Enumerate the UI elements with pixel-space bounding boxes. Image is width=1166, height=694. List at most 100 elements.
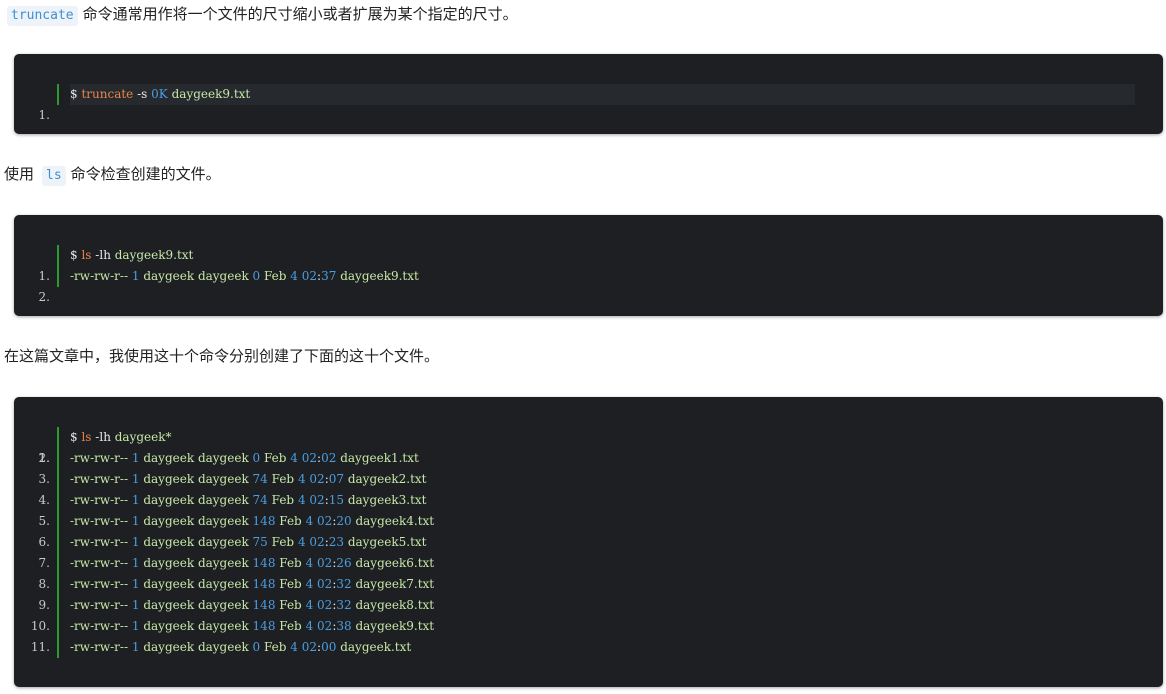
file-owner: daygeek bbox=[143, 598, 195, 612]
file-group: daygeek bbox=[197, 640, 249, 654]
line-bar bbox=[57, 637, 59, 658]
command-name: truncate bbox=[81, 87, 134, 101]
code-block-ls-all[interactable]: 1. $ ls -lh daygeek* 2. -rw-rw-r-- 1 dayg… bbox=[14, 397, 1163, 687]
file-permissions: -rw-rw-r-- bbox=[70, 640, 129, 654]
paragraph-prefix: 使用 bbox=[4, 165, 35, 183]
command-option: -lh bbox=[95, 430, 111, 444]
code-line: 2. -rw-rw-r-- 1 daygeek daygeek 0 Feb 4 0… bbox=[14, 448, 1163, 469]
line-bar bbox=[57, 511, 59, 532]
file-name: daygeek2.txt bbox=[347, 472, 427, 486]
file-minute: 32 bbox=[336, 577, 352, 591]
file-minute: 07 bbox=[328, 472, 345, 486]
code-line: 8. -rw-rw-r-- 1 daygeek daygeek 148 Feb 4… bbox=[14, 574, 1163, 595]
line-bar bbox=[57, 532, 59, 553]
file-size: 148 bbox=[252, 514, 276, 528]
file-day: 4 bbox=[297, 493, 306, 507]
file-group: daygeek bbox=[197, 619, 249, 633]
code-line: 3. -rw-rw-r-- 1 daygeek daygeek 74 Feb 4 … bbox=[14, 469, 1163, 490]
size-value: 0K bbox=[151, 87, 168, 101]
file-name: daygeek8.txt bbox=[355, 598, 435, 612]
file-permissions: -rw-rw-r-- bbox=[70, 472, 129, 486]
file-group: daygeek bbox=[197, 472, 249, 486]
file-minute: 38 bbox=[336, 619, 352, 633]
file-month: Feb bbox=[279, 598, 302, 612]
file-month: Feb bbox=[279, 577, 302, 591]
file-hour: 02 bbox=[309, 472, 325, 486]
file-size: 0 bbox=[252, 640, 261, 654]
file-group: daygeek bbox=[197, 493, 249, 507]
line-number: 11. bbox=[30, 640, 50, 654]
link-count: 1 bbox=[131, 451, 140, 465]
file-permissions: -rw-rw-r-- bbox=[70, 269, 129, 283]
file-group: daygeek bbox=[197, 269, 249, 283]
file-month: Feb bbox=[271, 535, 295, 549]
line-number: 5. bbox=[38, 514, 50, 528]
file-owner: daygeek bbox=[143, 514, 195, 528]
link-count: 1 bbox=[131, 598, 140, 612]
file-owner: daygeek bbox=[143, 640, 195, 654]
line-bar bbox=[57, 84, 59, 105]
file-group: daygeek bbox=[197, 514, 249, 528]
paragraph-text: 在这篇文章中，我使用这十个命令分别创建了下面的这十个文件。 bbox=[4, 347, 440, 365]
file-hour: 02 bbox=[301, 640, 318, 654]
file-size: 74 bbox=[252, 493, 268, 507]
file-hour: 02 bbox=[309, 535, 325, 549]
file-owner: daygeek bbox=[143, 269, 195, 283]
file-month: Feb bbox=[271, 472, 295, 486]
file-permissions: -rw-rw-r-- bbox=[70, 619, 129, 633]
file-hour: 02 bbox=[317, 619, 333, 633]
file-permissions: -rw-rw-r-- bbox=[70, 535, 129, 549]
file-hour: 02 bbox=[317, 577, 333, 591]
line-number: 6. bbox=[38, 535, 50, 549]
file-permissions: -rw-rw-r-- bbox=[70, 556, 129, 570]
command-argument: daygeek* bbox=[114, 430, 172, 444]
line-number: 7. bbox=[38, 556, 50, 570]
link-count: 1 bbox=[131, 577, 140, 591]
file-month: Feb bbox=[279, 619, 302, 633]
line-number: 10. bbox=[30, 619, 50, 633]
file-month: Feb bbox=[264, 640, 287, 654]
file-group: daygeek bbox=[197, 556, 249, 570]
prompt-symbol: $ bbox=[70, 87, 78, 101]
file-minute: 23 bbox=[328, 535, 345, 549]
file-hour: 02 bbox=[301, 451, 318, 465]
line-bar bbox=[57, 553, 59, 574]
line-number: 4. bbox=[38, 493, 50, 507]
code-line: 2. -rw-rw-r-- 1 daygeek daygeek 0 Feb 4 … bbox=[14, 266, 1163, 304]
file-minute: 02 bbox=[321, 451, 337, 465]
link-count: 1 bbox=[131, 535, 140, 549]
file-group: daygeek bbox=[197, 535, 249, 549]
file-permissions: -rw-rw-r-- bbox=[70, 493, 129, 507]
line-bar bbox=[57, 448, 59, 469]
file-month: Feb bbox=[264, 269, 287, 283]
line-number: 8. bbox=[38, 577, 50, 591]
command-name: ls bbox=[81, 430, 92, 444]
file-owner: daygeek bbox=[143, 619, 195, 633]
file-day: 4 bbox=[290, 640, 298, 654]
code-block-truncate[interactable]: 1. $ truncate -s 0K daygeek9.txt bbox=[14, 54, 1163, 134]
file-owner: daygeek bbox=[143, 451, 195, 465]
file-permissions: -rw-rw-r-- bbox=[70, 451, 129, 465]
file-group: daygeek bbox=[197, 451, 249, 465]
link-count: 1 bbox=[131, 640, 140, 654]
file-minute: 26 bbox=[336, 556, 352, 570]
file-size: 74 bbox=[252, 472, 268, 486]
line-number: 2. bbox=[38, 451, 50, 465]
file-permissions: -rw-rw-r-- bbox=[70, 514, 129, 528]
file-group: daygeek bbox=[197, 598, 249, 612]
file-month: Feb bbox=[279, 556, 302, 570]
file-hour: 02 bbox=[309, 493, 325, 507]
paragraph-ls-check: 使用 ls 命令检查创建的文件。 bbox=[4, 163, 221, 186]
file-permissions: -rw-rw-r-- bbox=[70, 598, 129, 612]
file-day: 4 bbox=[297, 535, 306, 549]
paragraph-truncate-intro: truncate 命令通常用作将一个文件的尺寸缩小或者扩展为某个指定的尺寸。 bbox=[4, 3, 518, 26]
file-permissions: -rw-rw-r-- bbox=[70, 577, 129, 591]
file-day: 4 bbox=[290, 269, 298, 283]
code-line: 10. -rw-rw-r-- 1 daygeek daygeek 148 Feb … bbox=[14, 616, 1163, 637]
inline-code-ls: ls bbox=[42, 166, 66, 186]
code-line: 6. -rw-rw-r-- 1 daygeek daygeek 75 Feb 4 … bbox=[14, 532, 1163, 553]
file-hour: 02 bbox=[317, 514, 333, 528]
file-minute: 15 bbox=[328, 493, 345, 507]
code-block-ls-single[interactable]: 1. $ ls -lh daygeek9.txt 2. -rw-rw-r-- 1… bbox=[14, 215, 1163, 316]
prompt-symbol: $ bbox=[70, 248, 78, 262]
